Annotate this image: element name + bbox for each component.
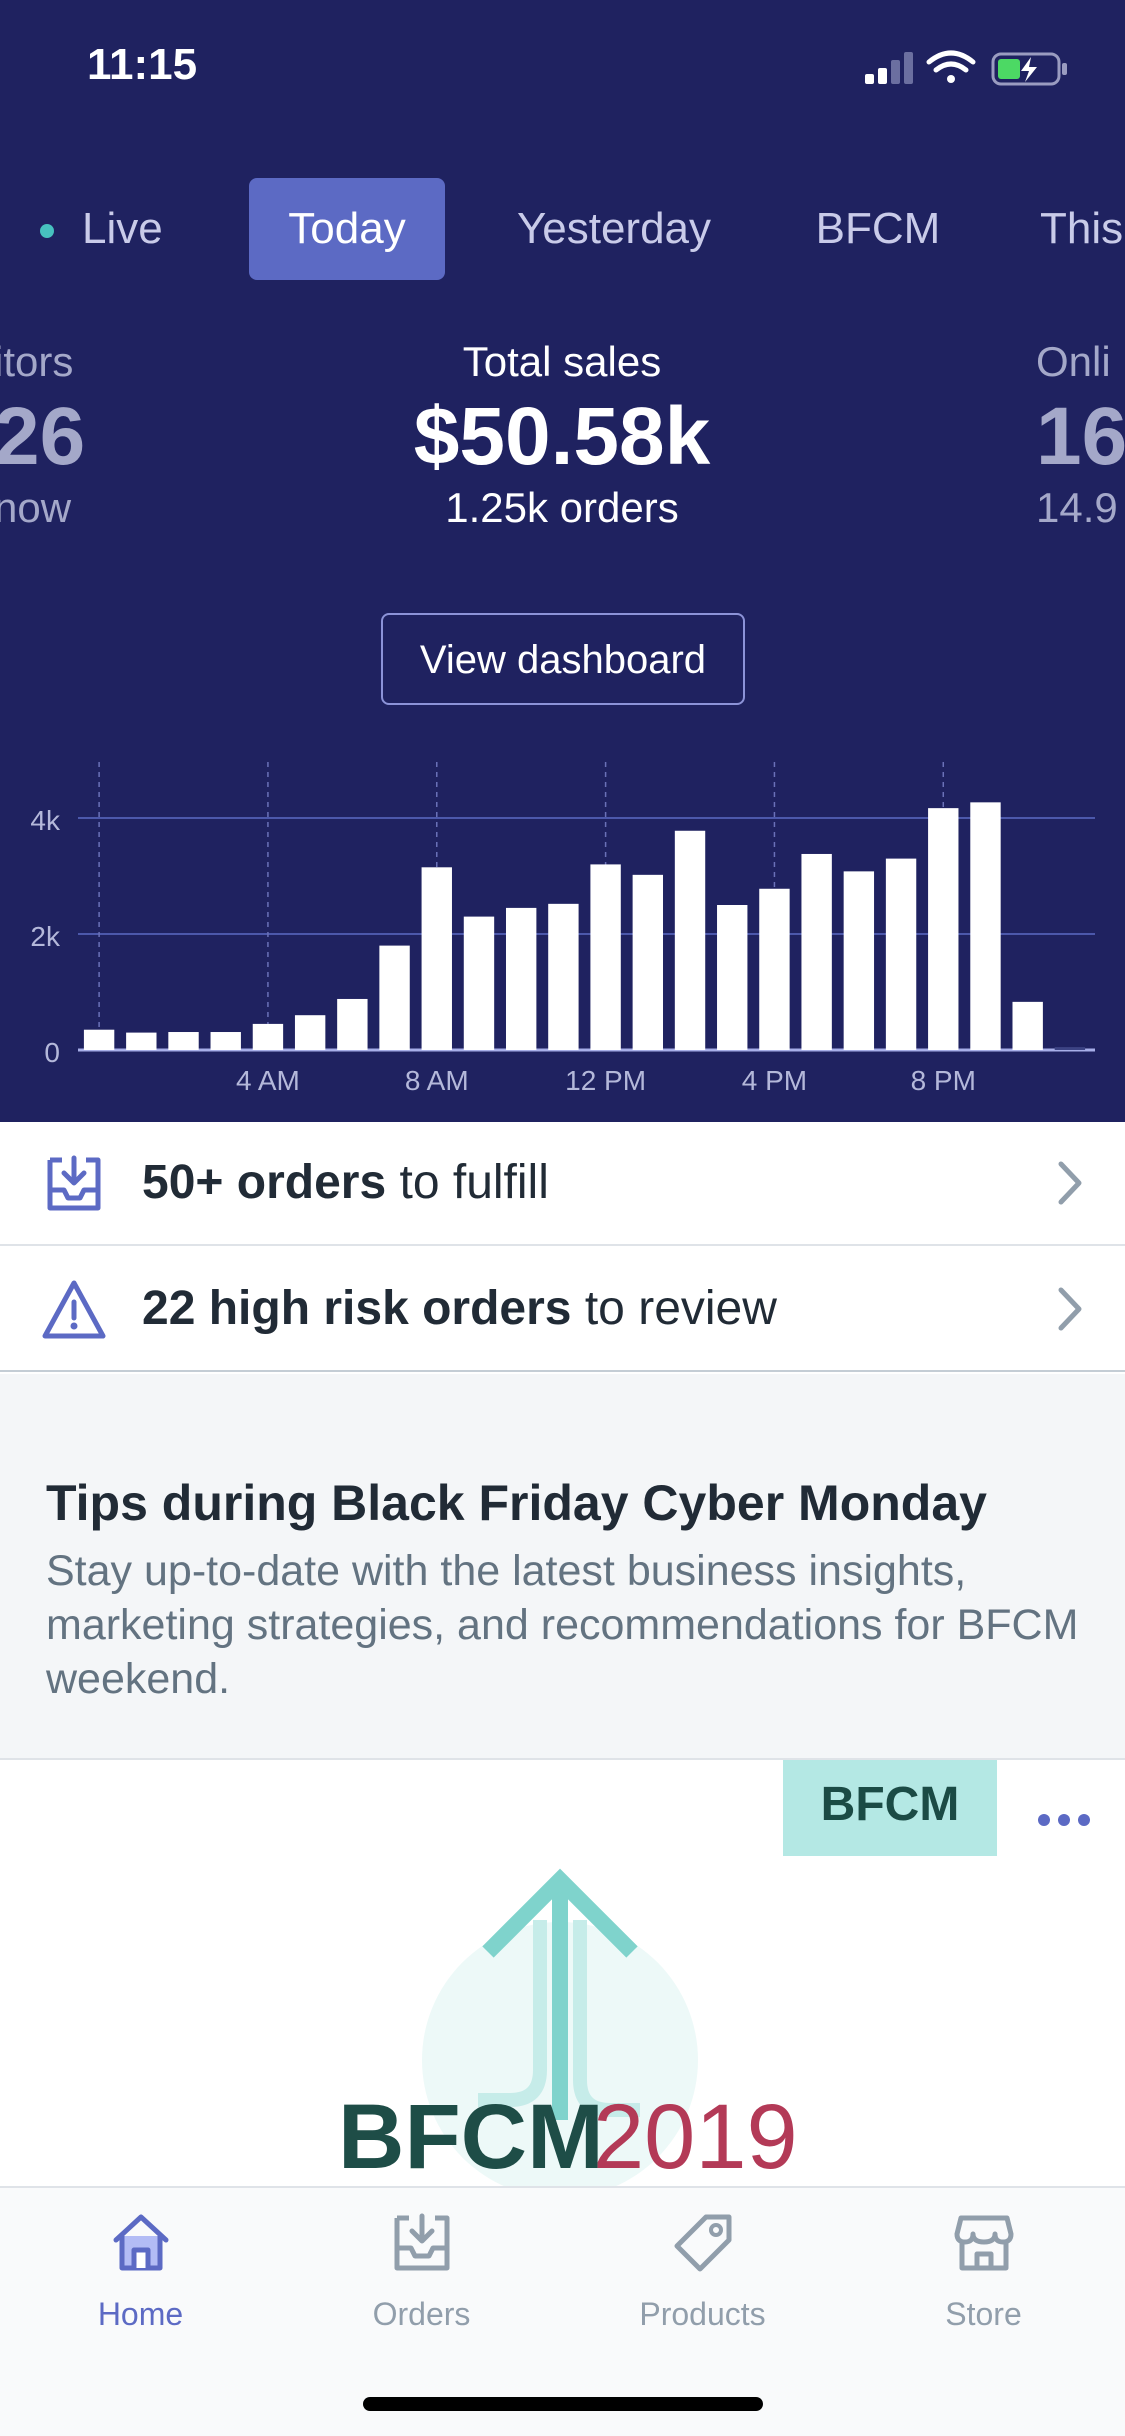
inbox-download-icon	[47, 1155, 101, 1211]
tabbar-home[interactable]: Home	[0, 2188, 281, 2368]
metric-visitors-sub: now	[0, 484, 72, 531]
metric-online-value: 16	[1036, 391, 1125, 482]
chart-bar	[252, 1023, 284, 1050]
task-high-risk-text: 22 high risk orders to review	[142, 1248, 777, 1370]
tag-icon	[674, 2214, 732, 2272]
chart-bar	[632, 874, 664, 1050]
status-time: 11:15	[87, 40, 198, 89]
metric-visitors-label: itors	[0, 338, 74, 385]
tabbar-store-label: Store	[945, 2296, 1022, 2332]
metric-visitors-value: 26	[0, 391, 86, 482]
chart-bar	[83, 1029, 115, 1050]
tips-title: Tips during Black Friday Cyber Monday	[46, 1475, 987, 1531]
chart-y-tick-label: 0	[44, 1037, 60, 1068]
chart-y-tick-label: 4k	[30, 805, 61, 836]
task-high-risk-rest: to review	[571, 1282, 777, 1335]
chevron-right-icon	[1058, 1161, 1082, 1205]
chart-bar	[548, 903, 579, 1050]
tips-body: Stay up-to-date with the latest business…	[46, 1547, 1079, 1703]
task-high-risk-bold: 22 high risk orders	[142, 1282, 572, 1335]
chart-x-tick-label: 8 AM	[405, 1065, 469, 1096]
total-orders-count: 1.25k orders	[445, 484, 679, 531]
tabbar-store[interactable]: Store	[843, 2188, 1124, 2368]
tabbar-orders[interactable]: Orders	[281, 2188, 562, 2368]
home-indicator	[363, 2397, 763, 2411]
tabbar-products-label: Products	[639, 2296, 766, 2332]
task-row-high-risk[interactable]: 22 high risk orders to review	[0, 1248, 1125, 1372]
chart-x-tick-label: 4 AM	[236, 1065, 300, 1096]
chart-x-tick-label: 8 PM	[911, 1065, 976, 1096]
tab-this[interactable]: This	[1040, 178, 1125, 280]
view-dashboard-button[interactable]: View dashboard	[381, 613, 745, 705]
chart-bar	[126, 1032, 157, 1050]
chart-bar	[168, 1032, 199, 1050]
tab-live[interactable]: Live	[40, 178, 200, 280]
period-tabs: Live Today Yesterday BFCM This	[0, 178, 1125, 282]
tab-yesterday[interactable]: Yesterday	[494, 178, 734, 280]
chart-bar	[717, 905, 748, 1050]
metric-online-partial[interactable]: Onli 16 14.9	[1036, 338, 1125, 532]
chart-bar	[463, 916, 495, 1050]
task-fulfill-text: 50+ orders to fulfill	[142, 1122, 549, 1244]
tab-today[interactable]: Today	[249, 178, 445, 280]
task-fulfill-bold: 50+ orders	[142, 1156, 387, 1209]
live-dot-icon	[40, 224, 54, 239]
chart-bar	[928, 808, 959, 1050]
chart-bar	[674, 830, 706, 1050]
chart-bar	[590, 864, 621, 1050]
total-sales-label: Total sales	[462, 338, 662, 385]
metric-online-label: Onli	[1036, 338, 1111, 385]
orders-icon	[394, 2213, 450, 2271]
tabbar-products[interactable]: Products	[562, 2188, 843, 2368]
chart-bar	[1012, 1001, 1043, 1050]
chart-bar	[843, 871, 875, 1050]
chart-x-tick-label: 12 PM	[565, 1065, 646, 1096]
more-horizontal-icon[interactable]	[1034, 1810, 1094, 1830]
chart-bar	[505, 907, 537, 1050]
task-fulfill-rest: to fulfill	[386, 1156, 549, 1209]
sales-hero: 11:15 Live Today Yesterday BFCM This ito	[0, 0, 1125, 1122]
bfcm-badge: BFCM	[783, 1760, 997, 1856]
status-icons	[865, 50, 1067, 86]
metric-online-sub: 14.9	[1036, 484, 1118, 531]
cellular-signal-icon	[865, 52, 913, 84]
metric-total-sales[interactable]: Total sales $50.58k 1.25k orders	[312, 338, 812, 532]
bfcm-title-year: 2019	[593, 2086, 798, 2188]
chart-bar	[210, 1032, 241, 1050]
battery-charging-icon	[991, 52, 1067, 86]
home-icon	[113, 2214, 169, 2271]
wifi-icon	[926, 50, 976, 83]
chart-bar	[379, 945, 410, 1050]
store-icon	[954, 2215, 1014, 2271]
chart-bar	[421, 867, 452, 1050]
warning-triangle-icon	[42, 1280, 106, 1339]
chart-y-tick-label: 2k	[30, 921, 61, 952]
chart-bar	[294, 1015, 326, 1050]
tabbar-home-label: Home	[97, 2296, 184, 2332]
tab-live-label: Live	[82, 204, 163, 253]
task-row-fulfill[interactable]: 50+ orders to fulfill	[0, 1122, 1125, 1246]
chart-bar	[759, 888, 790, 1050]
bfcm-card[interactable]: BFCM BFCM 2019	[0, 1760, 1125, 2190]
tips-section: Tips during Black Friday Cyber Monday St…	[0, 1374, 1125, 1760]
metric-visitors-partial[interactable]: itors 26 now	[0, 338, 85, 532]
chart-bar	[970, 802, 1001, 1050]
hourly-sales-chart: 0 2k 4k 4 AM 8 AM 12 PM 4 PM 8 PM	[30, 762, 1095, 1096]
bfcm-title-word: BFCM	[338, 2086, 604, 2188]
total-sales-value: $50.58k	[413, 391, 711, 482]
chart-bar	[885, 858, 917, 1050]
chevron-right-icon	[1058, 1287, 1082, 1331]
tabbar-orders-label: Orders	[372, 2296, 471, 2332]
chart-bar	[1054, 1047, 1086, 1050]
tab-bfcm[interactable]: BFCM	[790, 178, 966, 280]
chart-bar	[337, 998, 368, 1050]
chart-bar	[801, 853, 832, 1050]
chart-x-tick-label: 4 PM	[742, 1065, 807, 1096]
